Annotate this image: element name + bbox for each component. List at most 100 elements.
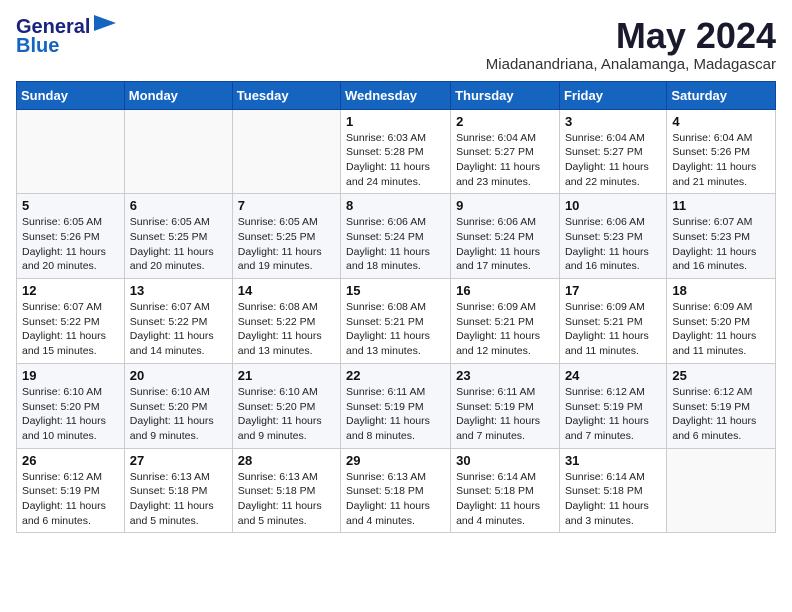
calendar-cell: 12 Sunrise: 6:07 AM Sunset: 5:22 PM Dayli… (17, 279, 125, 364)
week-row-2: 5 Sunrise: 6:05 AM Sunset: 5:26 PM Daylig… (17, 194, 776, 279)
calendar-subtitle: Miadanandriana, Analamanga, Madagascar (486, 56, 776, 73)
calendar-cell (124, 109, 232, 194)
day-info: Sunrise: 6:10 AM Sunset: 5:20 PM Dayligh… (130, 385, 227, 444)
calendar-cell: 22Sunrise: 6:11 AM Sunset: 5:19 PM Dayli… (341, 363, 451, 448)
weekday-header-saturday: Saturday (667, 81, 776, 109)
day-info: Sunrise: 6:06 AM Sunset: 5:24 PM Dayligh… (456, 215, 554, 274)
calendar-cell: 10Sunrise: 6:06 AM Sunset: 5:23 PM Dayli… (559, 194, 666, 279)
calendar-cell: 21 Sunrise: 6:10 AM Sunset: 5:20 PM Dayli… (232, 363, 340, 448)
day-info: Sunrise: 6:14 AM Sunset: 5:18 PM Dayligh… (565, 470, 661, 529)
day-info: Sunrise: 6:12 AM Sunset: 5:19 PM Dayligh… (22, 470, 119, 529)
day-info: Sunrise: 6:06 AM Sunset: 5:23 PM Dayligh… (565, 215, 661, 274)
day-info: Sunrise: 6:08 AM Sunset: 5:21 PM Dayligh… (346, 300, 445, 359)
day-info: Sunrise: 6:09 AM Sunset: 5:21 PM Dayligh… (565, 300, 661, 359)
calendar-cell: 30Sunrise: 6:14 AM Sunset: 5:18 PM Dayli… (451, 448, 560, 533)
day-info: Sunrise: 6:14 AM Sunset: 5:18 PM Dayligh… (456, 470, 554, 529)
day-info: Sunrise: 6:06 AM Sunset: 5:24 PM Dayligh… (346, 215, 445, 274)
calendar-cell: 7 Sunrise: 6:05 AM Sunset: 5:25 PM Daylig… (232, 194, 340, 279)
page-header: General Blue May 2024 Miadanandriana, An… (16, 16, 776, 73)
day-number: 1 (346, 114, 445, 129)
calendar-cell: 17Sunrise: 6:09 AM Sunset: 5:21 PM Dayli… (559, 279, 666, 364)
weekday-header-row: SundayMondayTuesdayWednesdayThursdayFrid… (17, 81, 776, 109)
calendar-cell (17, 109, 125, 194)
day-info: Sunrise: 6:13 AM Sunset: 5:18 PM Dayligh… (346, 470, 445, 529)
day-info: Sunrise: 6:05 AM Sunset: 5:25 PM Dayligh… (238, 215, 335, 274)
day-info: Sunrise: 6:12 AM Sunset: 5:19 PM Dayligh… (565, 385, 661, 444)
calendar-cell: 18 Sunrise: 6:09 AM Sunset: 5:20 PM Dayli… (667, 279, 776, 364)
calendar-cell: 19 Sunrise: 6:10 AM Sunset: 5:20 PM Dayli… (17, 363, 125, 448)
day-info: Sunrise: 6:03 AM Sunset: 5:28 PM Dayligh… (346, 131, 445, 190)
day-number: 2 (456, 114, 554, 129)
day-number: 13 (130, 283, 227, 298)
calendar-cell: 13 Sunrise: 6:07 AM Sunset: 5:22 PM Dayli… (124, 279, 232, 364)
day-number: 23 (456, 368, 554, 383)
logo-flag-icon (94, 15, 116, 31)
day-info: Sunrise: 6:11 AM Sunset: 5:19 PM Dayligh… (346, 385, 445, 444)
weekday-header-tuesday: Tuesday (232, 81, 340, 109)
calendar-cell: 20 Sunrise: 6:10 AM Sunset: 5:20 PM Dayli… (124, 363, 232, 448)
calendar-cell: 24 Sunrise: 6:12 AM Sunset: 5:19 PM Dayli… (559, 363, 666, 448)
calendar-cell: 23Sunrise: 6:11 AM Sunset: 5:19 PM Dayli… (451, 363, 560, 448)
day-number: 31 (565, 453, 661, 468)
calendar-cell: 5 Sunrise: 6:05 AM Sunset: 5:26 PM Daylig… (17, 194, 125, 279)
day-number: 16 (456, 283, 554, 298)
calendar-table: SundayMondayTuesdayWednesdayThursdayFrid… (16, 81, 776, 534)
calendar-cell: 3Sunrise: 6:04 AM Sunset: 5:27 PM Daylig… (559, 109, 666, 194)
weekday-header-sunday: Sunday (17, 81, 125, 109)
calendar-cell: 28 Sunrise: 6:13 AM Sunset: 5:18 PM Dayli… (232, 448, 340, 533)
day-info: Sunrise: 6:13 AM Sunset: 5:18 PM Dayligh… (238, 470, 335, 529)
calendar-cell: 14Sunrise: 6:08 AM Sunset: 5:22 PM Dayli… (232, 279, 340, 364)
week-row-3: 12 Sunrise: 6:07 AM Sunset: 5:22 PM Dayli… (17, 279, 776, 364)
calendar-cell: 11Sunrise: 6:07 AM Sunset: 5:23 PM Dayli… (667, 194, 776, 279)
calendar-cell: 2 Sunrise: 6:04 AM Sunset: 5:27 PM Daylig… (451, 109, 560, 194)
calendar-cell: 29 Sunrise: 6:13 AM Sunset: 5:18 PM Dayli… (341, 448, 451, 533)
day-number: 11 (672, 198, 770, 213)
day-info: Sunrise: 6:12 AM Sunset: 5:19 PM Dayligh… (672, 385, 770, 444)
calendar-cell: 9 Sunrise: 6:06 AM Sunset: 5:24 PM Daylig… (451, 194, 560, 279)
day-number: 15 (346, 283, 445, 298)
calendar-cell: 4Sunrise: 6:04 AM Sunset: 5:26 PM Daylig… (667, 109, 776, 194)
logo: General Blue (16, 16, 116, 58)
day-number: 18 (672, 283, 770, 298)
day-info: Sunrise: 6:08 AM Sunset: 5:22 PM Dayligh… (238, 300, 335, 359)
calendar-cell (232, 109, 340, 194)
day-info: Sunrise: 6:05 AM Sunset: 5:25 PM Dayligh… (130, 215, 227, 274)
day-number: 28 (238, 453, 335, 468)
calendar-title: May 2024 (486, 16, 776, 56)
day-info: Sunrise: 6:10 AM Sunset: 5:20 PM Dayligh… (238, 385, 335, 444)
day-number: 4 (672, 114, 770, 129)
day-info: Sunrise: 6:09 AM Sunset: 5:20 PM Dayligh… (672, 300, 770, 359)
day-number: 21 (238, 368, 335, 383)
day-number: 5 (22, 198, 119, 213)
day-number: 9 (456, 198, 554, 213)
title-section: May 2024 Miadanandriana, Analamanga, Mad… (486, 16, 776, 73)
day-number: 24 (565, 368, 661, 383)
calendar-cell: 8 Sunrise: 6:06 AM Sunset: 5:24 PM Daylig… (341, 194, 451, 279)
day-number: 25 (672, 368, 770, 383)
day-number: 20 (130, 368, 227, 383)
logo-blue: Blue (16, 35, 59, 58)
calendar-cell: 27Sunrise: 6:13 AM Sunset: 5:18 PM Dayli… (124, 448, 232, 533)
calendar-cell: 15 Sunrise: 6:08 AM Sunset: 5:21 PM Dayli… (341, 279, 451, 364)
calendar-cell: 26Sunrise: 6:12 AM Sunset: 5:19 PM Dayli… (17, 448, 125, 533)
day-number: 19 (22, 368, 119, 383)
day-number: 8 (346, 198, 445, 213)
day-info: Sunrise: 6:10 AM Sunset: 5:20 PM Dayligh… (22, 385, 119, 444)
weekday-header-monday: Monday (124, 81, 232, 109)
weekday-header-wednesday: Wednesday (341, 81, 451, 109)
week-row-4: 19 Sunrise: 6:10 AM Sunset: 5:20 PM Dayli… (17, 363, 776, 448)
day-number: 3 (565, 114, 661, 129)
day-info: Sunrise: 6:07 AM Sunset: 5:22 PM Dayligh… (22, 300, 119, 359)
day-number: 29 (346, 453, 445, 468)
weekday-header-friday: Friday (559, 81, 666, 109)
day-number: 12 (22, 283, 119, 298)
day-info: Sunrise: 6:04 AM Sunset: 5:27 PM Dayligh… (456, 131, 554, 190)
day-number: 27 (130, 453, 227, 468)
day-info: Sunrise: 6:05 AM Sunset: 5:26 PM Dayligh… (22, 215, 119, 274)
day-number: 6 (130, 198, 227, 213)
weekday-header-thursday: Thursday (451, 81, 560, 109)
day-info: Sunrise: 6:07 AM Sunset: 5:22 PM Dayligh… (130, 300, 227, 359)
day-number: 7 (238, 198, 335, 213)
week-row-1: 1 Sunrise: 6:03 AM Sunset: 5:28 PM Daylig… (17, 109, 776, 194)
calendar-cell: 1 Sunrise: 6:03 AM Sunset: 5:28 PM Daylig… (341, 109, 451, 194)
